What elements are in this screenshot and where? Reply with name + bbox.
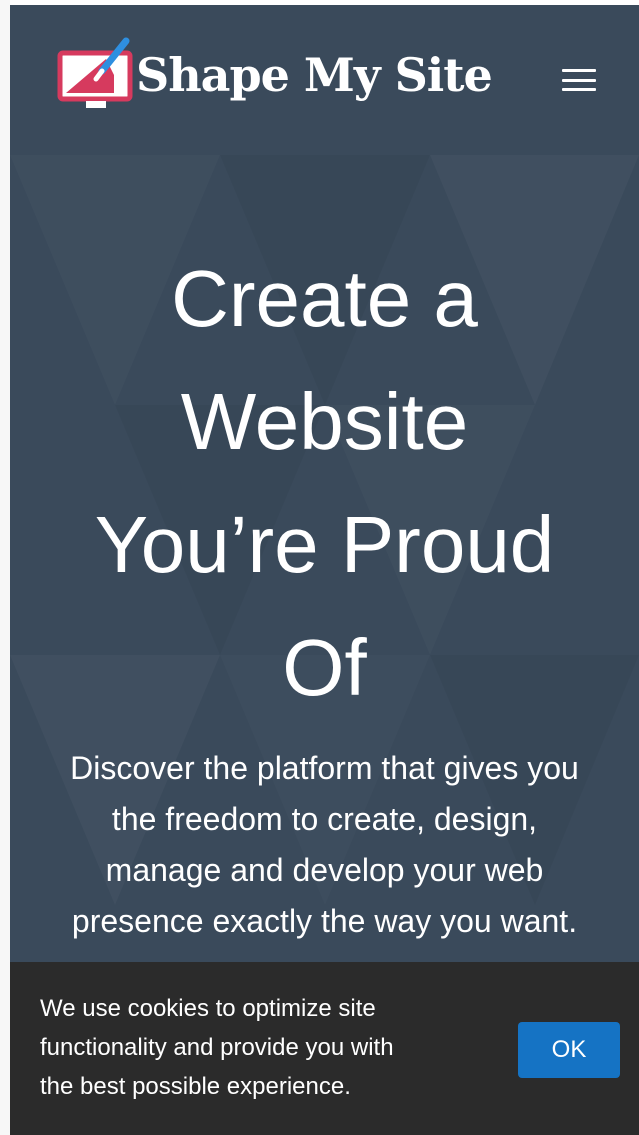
page: Shape My Site Create a Website You’re Pr… [0,0,639,1135]
menu-bar-top [562,69,596,72]
headline-line: Of [282,623,367,712]
subtext-line: presence exactly the way you want. [71,903,578,939]
headline-line: You’re Proud [94,500,555,589]
cookie-message: We use cookies to optimize site function… [40,989,480,1106]
site-header: Shape My Site [10,5,639,155]
cookie-message-line: the best possible experience. [40,1073,351,1100]
hero-headline: Create a Website You’re Proud Of [30,237,619,729]
menu-bar-middle [562,78,596,82]
logo-text: Shape My Site [136,48,493,102]
hamburger-menu-button[interactable] [558,63,604,97]
cookie-message-line: We use cookies to optimize site [40,995,376,1022]
cookie-banner: We use cookies to optimize site function… [10,962,639,1135]
subtext-line: the freedom to create, design, [111,801,538,837]
subtext-line: manage and develop your web [105,852,544,888]
headline-line: Website [180,377,469,466]
page-edge [0,0,10,1135]
monitor-paintbrush-icon [57,37,133,108]
cookie-ok-button[interactable]: OK [518,1022,620,1078]
cookie-message-line: functionality and provide you with [40,1034,394,1061]
headline-line: Create a [171,254,478,343]
subtext-line: Discover the platform that gives you [70,750,579,786]
hero-section: Shape My Site Create a Website You’re Pr… [10,5,639,962]
hero-subtext: Discover the platform that gives you the… [30,743,619,947]
site-logo[interactable]: Shape My Site [56,35,493,115]
menu-bar-bottom [562,88,596,91]
